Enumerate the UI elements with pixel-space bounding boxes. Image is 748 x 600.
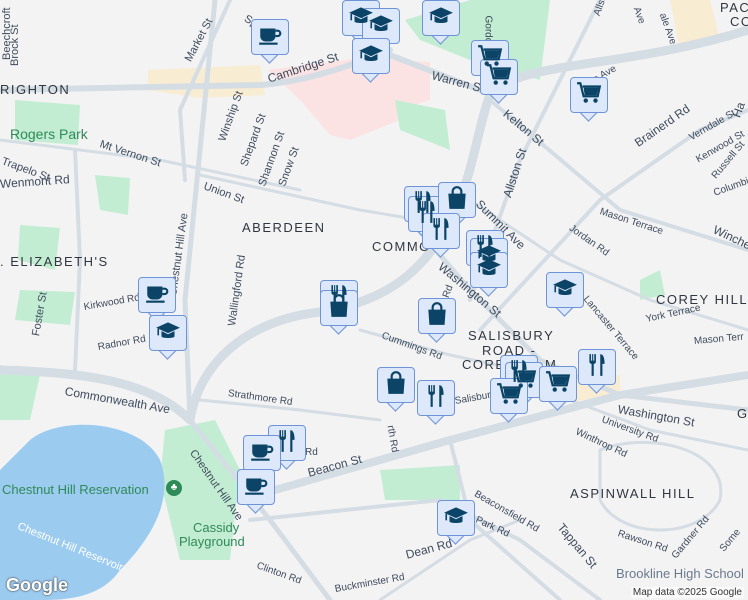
school-icon [428, 3, 454, 34]
shopping-icon [444, 185, 470, 216]
coffee-icon [144, 280, 170, 311]
grocery-icon [576, 80, 602, 111]
marker-box [251, 19, 289, 55]
neighborhood-packards-1: PAC [720, 0, 748, 15]
neighborhood-corey-hill: COREY HILL [656, 292, 748, 307]
shopping-icon [383, 370, 409, 401]
neighborhood-aberdeen: ABERDEEN [242, 220, 326, 235]
marker-box [539, 366, 577, 402]
grocery-icon [545, 369, 571, 400]
shopping-marker[interactable] [320, 290, 358, 336]
park-chestnut-hill-reservation: Chestnut Hill Reservation [2, 482, 149, 497]
grocery-marker[interactable] [570, 77, 608, 123]
school-icon [552, 275, 578, 306]
marker-box [546, 272, 584, 308]
marker-box [422, 0, 460, 36]
marker-box [422, 213, 460, 249]
restaurant-marker[interactable] [578, 349, 616, 395]
restaurant-marker[interactable] [417, 380, 455, 426]
coffee-marker[interactable] [237, 469, 275, 515]
marker-box [418, 298, 456, 334]
coffee-icon [249, 438, 275, 469]
school-marker[interactable] [470, 252, 508, 298]
neighborhood-salisbury-1: SALISBURY [468, 328, 555, 343]
marker-box [578, 349, 616, 385]
marker-box [138, 277, 176, 313]
school-marker[interactable] [149, 315, 187, 361]
grocery-marker[interactable] [539, 366, 577, 412]
marker-box [417, 380, 455, 416]
street-label: Brock St [9, 24, 21, 66]
neighborhood-g: G [737, 406, 748, 421]
neighborhood-packards-2: CO [730, 14, 748, 29]
school-brookline-high: Brookline High School [616, 566, 744, 581]
marker-box [352, 38, 390, 74]
street-label: Rd [305, 447, 318, 458]
park-area [395, 100, 450, 150]
tree-icon: ♣ [166, 480, 182, 496]
school-marker[interactable] [546, 272, 584, 318]
marker-box [437, 500, 475, 536]
marker-box [237, 469, 275, 505]
grocery-icon [496, 381, 522, 412]
coffee-marker[interactable] [251, 19, 289, 65]
marker-box [320, 290, 358, 326]
neighborhood-brighton: RIGHTON [0, 82, 71, 97]
restaurant-icon [423, 383, 449, 414]
park-cassidy: Cassidy [193, 520, 240, 535]
restaurant-marker[interactable] [422, 213, 460, 259]
shopping-icon [326, 293, 352, 324]
marker-box [570, 77, 608, 113]
school-marker[interactable] [422, 0, 460, 46]
reservoir [0, 424, 165, 600]
school-marker[interactable] [437, 500, 475, 546]
park-rogers-park: Rogers Park [10, 126, 88, 142]
coffee-icon [257, 22, 283, 53]
marker-box [480, 59, 518, 95]
marker-box [470, 252, 508, 288]
shopping-marker[interactable] [418, 298, 456, 344]
google-logo: Google [6, 575, 68, 595]
grocery-marker[interactable] [480, 59, 518, 105]
park-area [380, 465, 460, 500]
school-icon [443, 503, 469, 534]
marker-box [377, 367, 415, 403]
school-icon [358, 41, 384, 72]
neighborhood-st-elizabeths: . ELIZABETH'S [0, 254, 109, 269]
marker-box [149, 315, 187, 351]
school-marker[interactable] [352, 38, 390, 84]
shopping-marker[interactable] [377, 367, 415, 413]
school-icon [476, 255, 502, 286]
neighborhood-aspinwall-hill: ASPINWALL HILL [570, 486, 696, 501]
park-area [95, 175, 130, 215]
restaurant-icon [584, 352, 610, 383]
coffee-icon [243, 472, 269, 503]
park-cassidy-playground: Playground [179, 534, 245, 549]
shopping-icon [424, 301, 450, 332]
restaurant-icon [428, 216, 454, 247]
school-icon [155, 318, 181, 349]
grocery-icon [486, 62, 512, 93]
school-icon [368, 11, 394, 42]
map-attribution[interactable]: Map data ©2025 Google [630, 587, 744, 598]
